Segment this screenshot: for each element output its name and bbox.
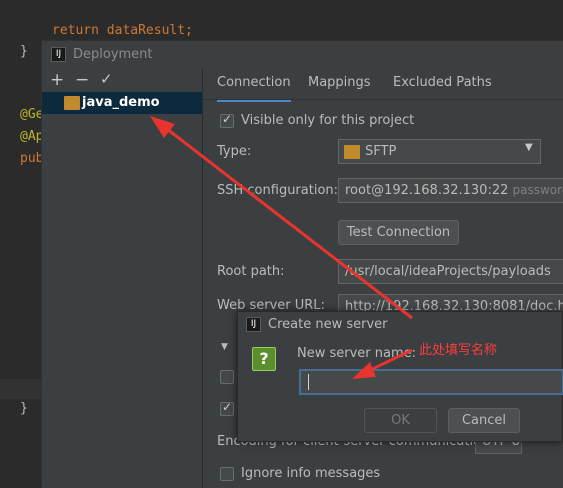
arrow-to-name-input: [352, 348, 413, 379]
arrow-to-server-item: [150, 116, 413, 320]
annotation-arrows: [150, 116, 413, 379]
